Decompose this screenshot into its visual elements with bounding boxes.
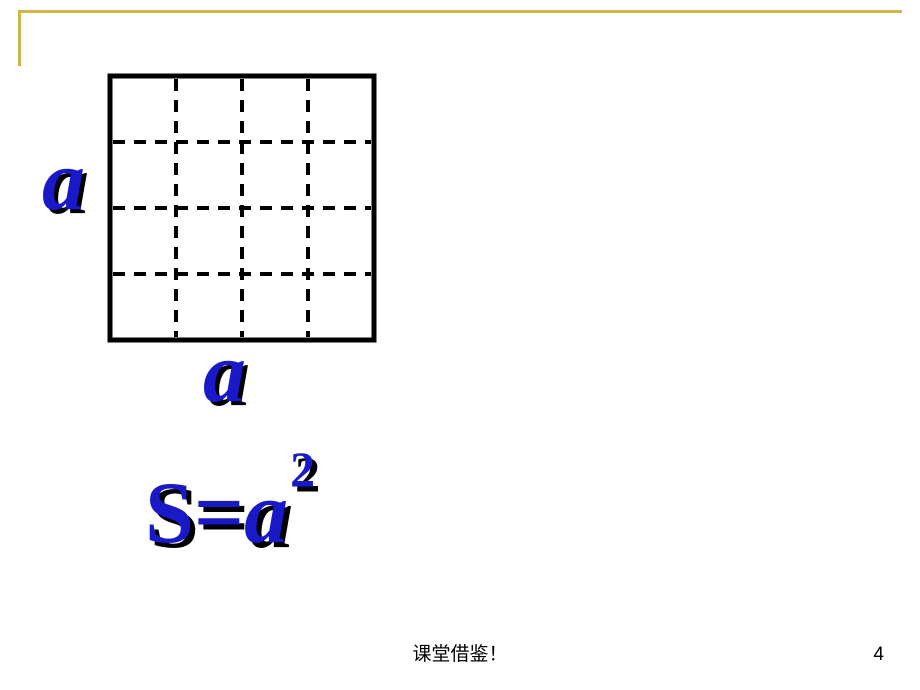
grid-svg [107,73,377,343]
formula-equals: = [194,470,244,558]
page-number: 4 [873,644,884,666]
frame-border-left [18,10,21,66]
square-grid-diagram [107,73,377,343]
label-a-bottom-main: a [203,322,246,422]
label-a-main: a [42,130,85,230]
frame-border-top [18,10,902,13]
formula-exponent: 2 [290,444,315,494]
formula-main: S = a 2 [145,470,315,558]
formula-S: S [145,470,194,558]
footer-caption: 课堂借鉴！ [0,639,920,666]
formula-a: a [244,470,288,558]
slide: a a a a S = a 2 S = a 2 课堂借鉴！ 4 [0,0,920,690]
